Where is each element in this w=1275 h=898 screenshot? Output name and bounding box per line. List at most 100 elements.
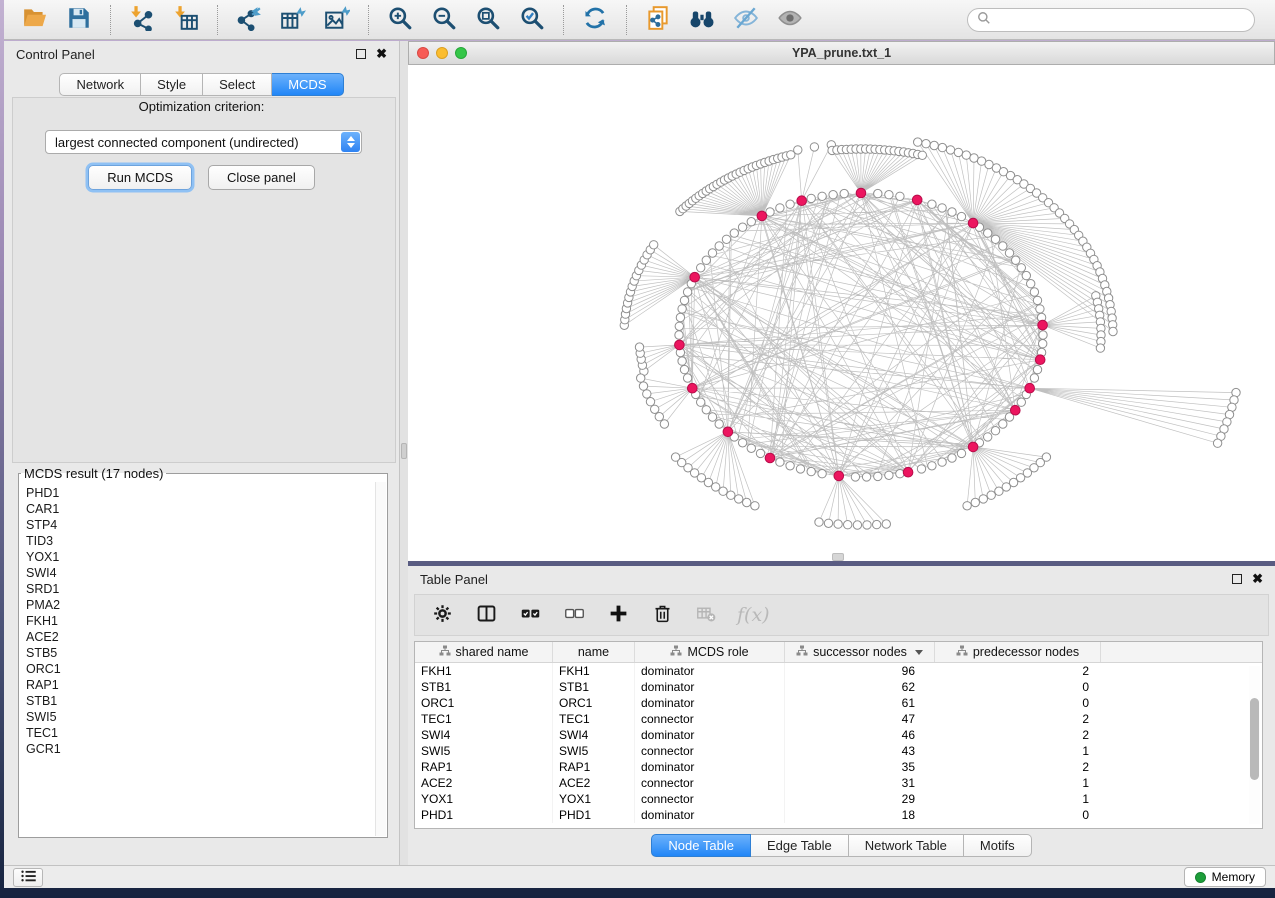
network-node[interactable]: [928, 200, 936, 208]
close-panel-icon[interactable]: ✖: [1252, 574, 1263, 584]
network-node[interactable]: [730, 229, 738, 237]
network-node[interactable]: [660, 420, 668, 428]
table-cell[interactable]: FKH1: [415, 663, 553, 679]
scrollbar-thumb[interactable]: [1250, 698, 1259, 780]
network-node[interactable]: [680, 365, 688, 373]
network-node[interactable]: [639, 382, 647, 390]
network-node[interactable]: [914, 138, 922, 146]
mcds-result-item[interactable]: SWI4: [26, 565, 375, 581]
tab-motifs[interactable]: Motifs: [964, 834, 1032, 857]
run-mcds-button[interactable]: Run MCDS: [88, 165, 192, 190]
table-row[interactable]: TEC1TEC1connector472: [415, 711, 1262, 727]
table-cell[interactable]: 46: [785, 727, 935, 743]
mcds-hub-node[interactable]: [834, 471, 844, 481]
table-cell[interactable]: 35: [785, 759, 935, 775]
network-node[interactable]: [918, 151, 926, 159]
network-node[interactable]: [680, 296, 688, 304]
network-node[interactable]: [834, 520, 842, 528]
mcds-hub-node[interactable]: [903, 467, 913, 477]
network-node[interactable]: [807, 467, 815, 475]
network-node[interactable]: [776, 458, 784, 466]
mcds-result-item[interactable]: ORC1: [26, 661, 375, 677]
tab-node-table[interactable]: Node Table: [651, 834, 751, 857]
tab-network-table[interactable]: Network Table: [849, 834, 964, 857]
network-node[interactable]: [991, 427, 999, 435]
network-node[interactable]: [1096, 344, 1104, 352]
splitter-handle[interactable]: [401, 443, 407, 459]
mcds-result-item[interactable]: SWI5: [26, 709, 375, 725]
mcds-result-list[interactable]: PHD1CAR1STP4TID3YOX1SWI4SRD1PMA2FKH1ACE2…: [21, 483, 375, 835]
mcds-result-item[interactable]: TID3: [26, 533, 375, 549]
network-node[interactable]: [984, 229, 992, 237]
network-node[interactable]: [938, 204, 946, 212]
tab-mcds[interactable]: MCDS: [272, 73, 343, 96]
network-node[interactable]: [824, 519, 832, 527]
network-node[interactable]: [702, 256, 710, 264]
network-node[interactable]: [963, 502, 971, 510]
network-node[interactable]: [1109, 327, 1117, 335]
network-node[interactable]: [747, 444, 755, 452]
table-cell[interactable]: 47: [785, 711, 935, 727]
zoom-out-button[interactable]: [423, 3, 465, 37]
hide-selected-button[interactable]: [725, 3, 767, 37]
memory-button[interactable]: Memory: [1184, 867, 1266, 887]
mcds-hub-node[interactable]: [688, 383, 698, 393]
table-cell[interactable]: 18: [785, 807, 935, 823]
network-node[interactable]: [675, 331, 683, 339]
table-row[interactable]: ORC1ORC1dominator610: [415, 695, 1262, 711]
mcds-hub-node[interactable]: [723, 427, 733, 437]
table-row[interactable]: RAP1RAP1dominator352: [415, 759, 1262, 775]
column-header-MCDS-role[interactable]: MCDS role: [635, 642, 785, 662]
table-cell[interactable]: 0: [935, 807, 1101, 823]
network-node[interactable]: [756, 449, 764, 457]
table-scrollbar[interactable]: [1249, 666, 1260, 824]
table-cell[interactable]: SWI4: [553, 727, 635, 743]
table-cell[interactable]: 43: [785, 743, 935, 759]
table-cell[interactable]: ORC1: [415, 695, 553, 711]
table-cell[interactable]: YOX1: [553, 791, 635, 807]
zoom-selected-button[interactable]: [511, 3, 553, 37]
export-network-button[interactable]: [228, 3, 270, 37]
column-header-predecessor-nodes[interactable]: predecessor nodes: [935, 642, 1101, 662]
table-cell[interactable]: 2: [935, 663, 1101, 679]
table-cell[interactable]: TEC1: [553, 711, 635, 727]
close-panel-button[interactable]: Close panel: [208, 165, 315, 190]
clone-network-button[interactable]: [637, 3, 679, 37]
mcds-result-item[interactable]: PMA2: [26, 597, 375, 613]
table-cell[interactable]: 0: [935, 679, 1101, 695]
network-node[interactable]: [678, 305, 686, 313]
network-node[interactable]: [708, 249, 716, 257]
mcds-result-item[interactable]: STP4: [26, 517, 375, 533]
network-node[interactable]: [851, 473, 859, 481]
mcds-hub-node[interactable]: [675, 340, 685, 350]
network-node[interactable]: [655, 413, 663, 421]
table-cell[interactable]: RAP1: [415, 759, 553, 775]
network-node[interactable]: [853, 521, 861, 529]
result-scrollbar[interactable]: [375, 482, 386, 836]
table-cell[interactable]: SWI5: [415, 743, 553, 759]
network-node[interactable]: [671, 453, 679, 461]
network-node[interactable]: [675, 322, 683, 330]
network-node[interactable]: [840, 189, 848, 197]
table-row[interactable]: SWI4SWI4dominator462: [415, 727, 1262, 743]
network-node[interactable]: [957, 449, 965, 457]
mcds-result-item[interactable]: CAR1: [26, 501, 375, 517]
network-node[interactable]: [1036, 305, 1044, 313]
network-node[interactable]: [971, 498, 979, 506]
table-cell[interactable]: RAP1: [553, 759, 635, 775]
network-node[interactable]: [743, 498, 751, 506]
mcds-hub-node[interactable]: [765, 453, 775, 463]
tab-network[interactable]: Network: [59, 73, 141, 96]
network-node[interactable]: [815, 518, 823, 526]
network-node[interactable]: [751, 502, 759, 510]
network-node[interactable]: [954, 148, 962, 156]
network-node[interactable]: [1039, 331, 1047, 339]
network-node[interactable]: [702, 406, 710, 414]
network-node[interactable]: [727, 491, 735, 499]
task-history-button[interactable]: [13, 868, 43, 887]
table-cell[interactable]: 62: [785, 679, 935, 695]
network-node[interactable]: [1022, 271, 1030, 279]
network-node[interactable]: [1017, 398, 1025, 406]
network-titlebar[interactable]: YPA_prune.txt_1: [408, 41, 1275, 65]
network-node[interactable]: [735, 495, 743, 503]
